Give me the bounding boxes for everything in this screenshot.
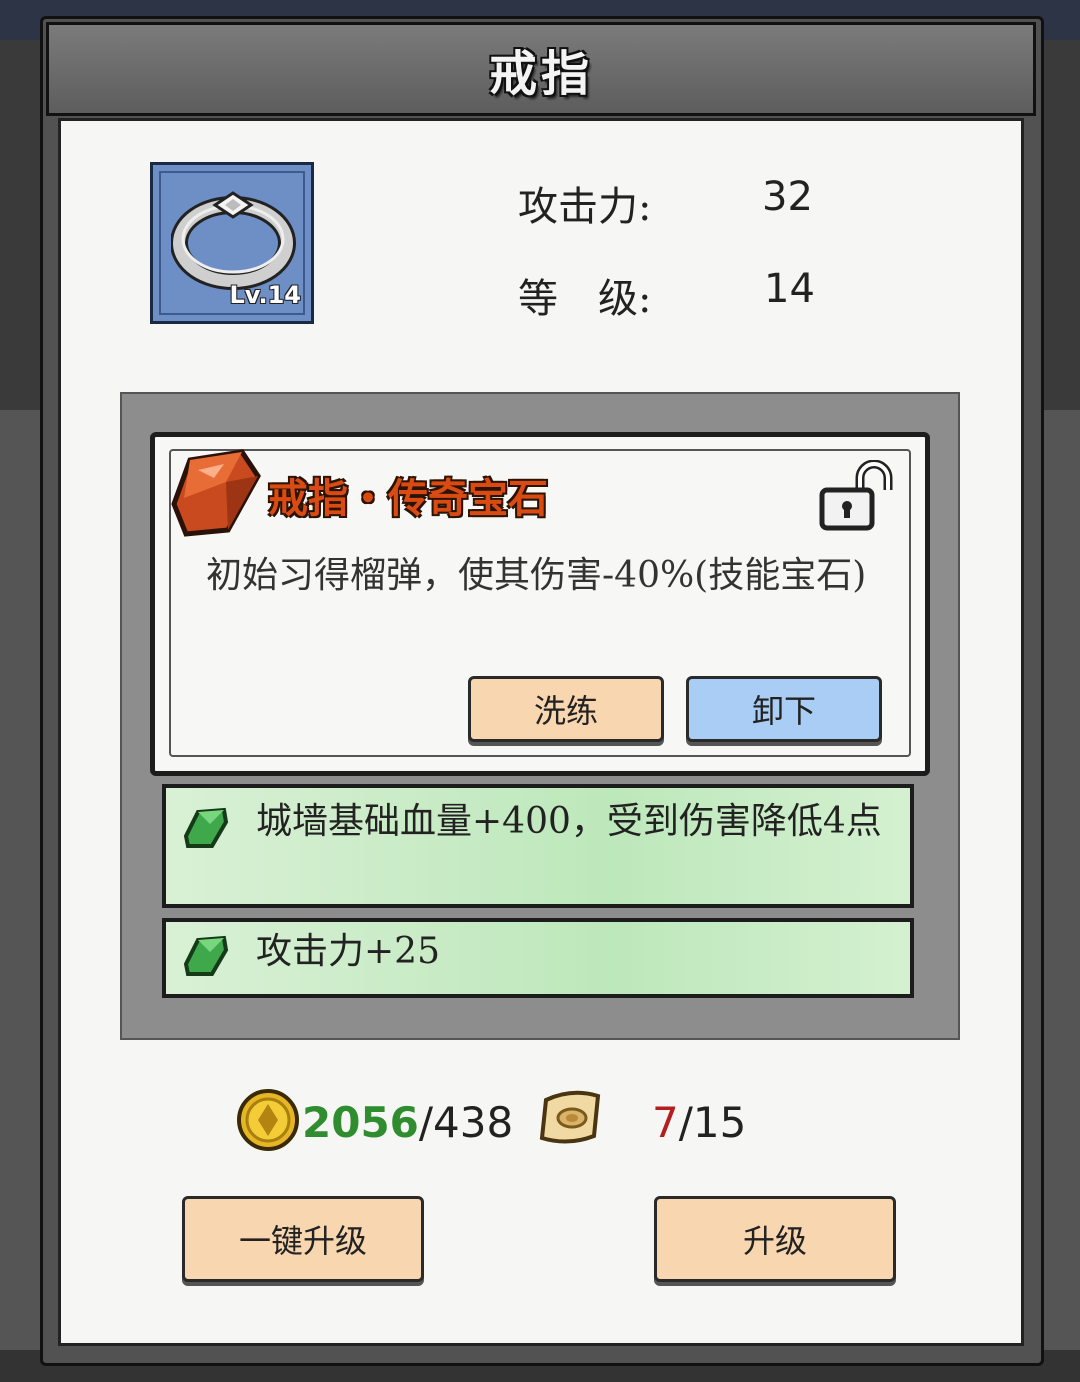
upgrade-all-button[interactable]: 一键升级 — [182, 1196, 424, 1282]
gem-description: 初始习得榴弹，使其伤害-40%(技能宝石) — [206, 555, 867, 596]
item-icon-slot[interactable]: Lv.14 — [150, 162, 314, 324]
ring-icon — [171, 191, 296, 290]
attack-value: 32 — [762, 174, 813, 220]
bonus-text: 城墙基础血量+400，受到伤害降低4点 — [256, 801, 882, 842]
bonus-text: 攻击力+25 — [256, 931, 440, 972]
green-gem-icon — [183, 807, 229, 848]
coin-counter: 2056/438 — [302, 1098, 513, 1147]
coin-owned: 2056 — [302, 1098, 419, 1147]
unequip-button[interactable]: 卸下 — [686, 676, 882, 742]
level-label: 等 级: — [518, 276, 652, 322]
coin-cost: /438 — [418, 1098, 514, 1147]
scroll-owned: 7 — [652, 1098, 679, 1147]
level-value: 14 — [764, 266, 815, 312]
page-title: 戒指 — [488, 46, 593, 102]
scroll-counter: 7/15 — [652, 1098, 746, 1147]
upgrade-button[interactable]: 升级 — [654, 1196, 896, 1282]
legendary-gem-icon — [171, 449, 261, 537]
gold-coin-icon — [237, 1089, 299, 1151]
scroll-icon — [539, 1090, 601, 1144]
reroll-button[interactable]: 洗练 — [468, 676, 664, 742]
scroll-cost: /15 — [678, 1098, 747, 1147]
item-level-badge: Lv.14 — [229, 281, 302, 309]
unlocked-padlock-icon[interactable] — [818, 460, 902, 532]
gem-name: 戒指・传奇宝石 — [268, 475, 548, 522]
green-gem-icon — [183, 935, 229, 976]
title-bar: 戒指 — [46, 22, 1036, 116]
attack-label: 攻击力: — [518, 184, 652, 230]
